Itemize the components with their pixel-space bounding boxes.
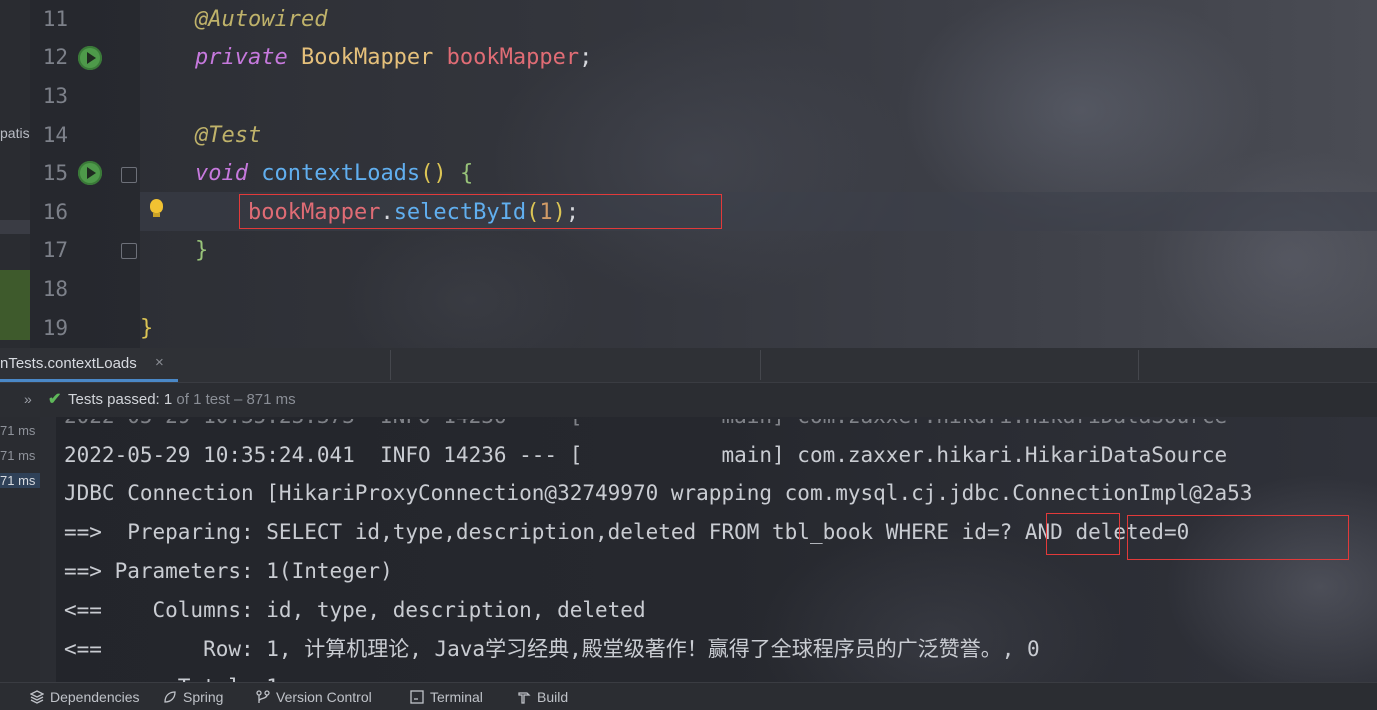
code-token: } [195,238,209,263]
branch-icon [256,690,270,703]
build-label: Build [537,689,569,705]
console-line: 2022-05-29 10:35:24.041 INFO 14236 --- [… [64,443,1228,467]
close-icon[interactable]: × [155,354,164,371]
lightbulb-icon[interactable] [150,199,163,217]
tab-label: nTests.contextLoads [0,355,137,372]
line-number[interactable]: 12 [34,38,68,77]
line-number[interactable]: 19 [34,309,68,348]
code-line[interactable]: 15 void contextLoads() { [0,154,1377,193]
code-token: } [140,316,154,341]
code-line[interactable]: 14 @Test [0,116,1377,155]
test-tree-item-time[interactable]: 71 ms [0,423,35,438]
code-token: bookMapper [446,45,580,70]
line-number[interactable]: 15 [34,154,68,193]
test-tree-item-time[interactable]: 71 ms [0,448,35,463]
code-token: private [195,45,288,70]
spring-label: Spring [183,689,224,705]
code-text[interactable]: } [140,309,153,348]
version-control-label: Version Control [276,689,372,705]
highlight-box-id-param [1046,513,1120,555]
console-line: JDBC Connection [HikariProxyConnection@3… [64,481,1253,505]
line-number[interactable]: 13 [34,77,68,116]
terminal-icon [410,690,424,704]
spring-tool-button[interactable]: Spring [163,689,223,705]
code-line[interactable]: 13 [0,77,1377,116]
line-number[interactable]: 14 [34,116,68,155]
line-number[interactable]: 18 [34,270,68,309]
tests-passed-detail: of 1 test – 871 ms [176,391,296,408]
console-line: ==> Preparing: SELECT id,type,descriptio… [64,520,1190,544]
version-control-tool-button[interactable]: Version Control [256,689,372,705]
console-line: <== Row: 1, 计算机理论, Java学习经典,殿堂级著作！赢得了全球程… [64,637,1040,661]
code-text[interactable]: @Test [195,116,261,155]
code-editor[interactable]: patis 11 @Autowired 12 private BookMapper b… [0,0,1377,348]
code-text[interactable]: private BookMapper bookMapper; [195,38,592,77]
code-token: { [459,161,474,186]
divider [390,350,391,380]
divider [760,350,761,380]
tests-passed-text: Tests passed: 1 of 1 test – 871 ms [68,391,296,408]
fold-marker-line-17[interactable] [121,243,137,259]
code-token: @Autowired [195,7,328,32]
fold-marker-line-15[interactable] [121,167,137,183]
code-text[interactable]: } [195,231,208,270]
code-line[interactable]: 12 private BookMapper bookMapper; [0,38,1377,77]
code-line[interactable]: 11 @Autowired [0,0,1377,39]
bottom-tool-bar: Dependencies Spring Version Control Term… [0,682,1377,710]
run-test-gutter-icon-line-15[interactable] [78,161,102,185]
test-tree[interactable]: 71 ms 71 ms 71 ms [0,417,40,682]
console-line: <== Columns: id, type, description, dele… [64,598,646,622]
tests-passed-count: 1 [163,391,173,408]
highlight-box-deleted [1127,515,1349,560]
test-status-row: » ✔ Tests passed: 1 of 1 test – 871 ms [0,383,1377,417]
code-text[interactable]: void contextLoads() { [195,154,473,193]
terminal-tool-button[interactable]: Terminal [410,689,483,705]
code-line[interactable]: 17} [0,231,1377,270]
code-token: ; [579,45,593,70]
dependencies-label: Dependencies [50,689,140,705]
code-line[interactable]: 19} [0,309,1377,348]
code-line[interactable]: 18 [0,270,1377,309]
spring-leaf-icon [164,691,176,703]
terminal-label: Terminal [430,689,483,705]
code-token: void [195,161,248,186]
line-number[interactable]: 11 [34,0,68,39]
layers-icon [30,690,44,704]
code-token: () [420,161,447,186]
hammer-icon [518,692,531,704]
line-number[interactable]: 16 [34,193,68,232]
code-token: @Test [195,123,262,148]
console-line: ==> Parameters: 1(Integer) [64,559,393,583]
divider [1138,350,1139,380]
run-tab-bar: nTests.contextLoads × [0,348,1377,383]
build-tool-button[interactable]: Build [517,689,568,705]
check-icon: ✔ [48,391,62,408]
tests-passed-label: Tests passed: [68,391,160,408]
run-gutter-icon-line-12[interactable] [78,46,102,70]
console-gutter [40,417,56,682]
line-number[interactable]: 17 [34,231,68,270]
test-tree-item-time-selected[interactable]: 71 ms [0,473,40,488]
highlight-box-selectbyid [239,194,722,229]
code-token: contextLoads [261,161,421,186]
code-token: BookMapper [300,45,434,70]
chevron-right-icon[interactable]: » [24,391,32,407]
tab-run-context-loads[interactable]: nTests.contextLoads × [0,348,178,382]
code-text[interactable]: @Autowired [195,0,327,39]
dependencies-tool-button[interactable]: Dependencies [30,689,140,705]
